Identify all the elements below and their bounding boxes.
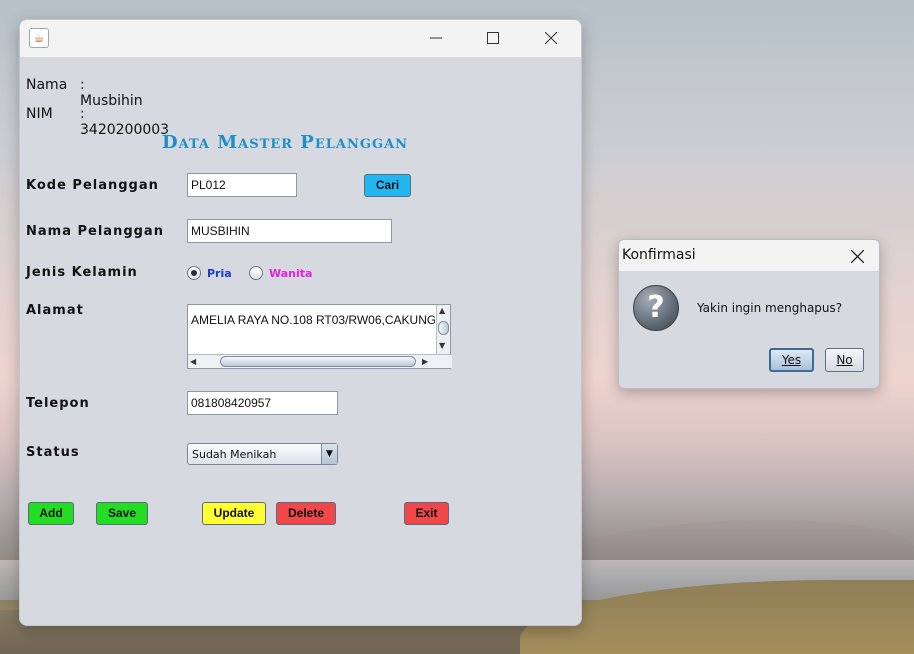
scroll-up-icon[interactable]: ▲ (439, 306, 445, 316)
close-button[interactable] (528, 26, 574, 50)
save-button-label: Save (107, 506, 137, 520)
page-title: Data Master Pelanggan (161, 132, 409, 153)
nama-pelanggan-label: Nama Pelanggan (26, 224, 164, 239)
confirm-dialog: Konfirmasi ? Yakin ingin menghapus? Yes … (618, 239, 880, 389)
scroll-down-icon[interactable]: ▼ (439, 341, 445, 351)
main-window: ☕ Nama : Musbihin NIM : 3420200003 Data … (19, 19, 582, 626)
info-nim: NIM : 3420200003 (26, 106, 169, 138)
vertical-scroll-thumb[interactable] (438, 321, 449, 335)
question-icon: ? (633, 285, 679, 331)
maximize-icon (487, 32, 499, 44)
update-button[interactable]: Update (202, 502, 266, 525)
status-label: Status (26, 445, 80, 460)
radio-pria[interactable]: Pria (187, 266, 232, 280)
dialog-close-icon[interactable] (850, 248, 865, 267)
exit-button[interactable]: Exit (404, 502, 449, 525)
kode-pelanggan-input[interactable]: PL012 (187, 173, 297, 197)
delete-button[interactable]: Delete (276, 502, 336, 525)
status-select[interactable]: Sudah Menikah ▼ (187, 443, 338, 465)
cari-button[interactable]: Cari (364, 174, 411, 197)
radio-pria-label: Pria (207, 266, 232, 280)
maximize-button[interactable] (470, 26, 516, 50)
minimize-icon (430, 37, 442, 39)
alamat-horizontal-scrollbar[interactable]: ◀ ▶ (188, 354, 452, 368)
close-icon (545, 32, 557, 44)
save-button[interactable]: Save (96, 502, 148, 525)
info-nama: Nama : Musbihin (26, 77, 143, 109)
info-nama-label: Nama (26, 77, 68, 93)
no-button[interactable]: No (825, 348, 864, 372)
java-cup-icon: ☕ (29, 28, 49, 48)
minimize-button[interactable] (413, 26, 459, 50)
chevron-down-icon[interactable]: ▼ (321, 444, 337, 464)
scroll-right-icon[interactable]: ▶ (422, 357, 428, 367)
dialog-title-bar: Konfirmasi (619, 240, 879, 271)
info-nim-label: NIM (26, 106, 53, 122)
scroll-left-icon[interactable]: ◀ (190, 357, 196, 367)
add-button-label: Add (39, 506, 63, 520)
no-button-label: No (836, 353, 853, 367)
alamat-label: Alamat (26, 303, 84, 318)
telepon-label: Telepon (26, 396, 90, 411)
telepon-input[interactable]: 081808420957 (187, 391, 338, 415)
radio-pria-circle[interactable] (187, 266, 201, 280)
radio-wanita-label: Wanita (269, 266, 313, 280)
nama-pelanggan-input[interactable]: MUSBIHIN (187, 219, 392, 243)
info-nama-value: : Musbihin (80, 77, 143, 109)
alamat-textarea[interactable]: AMELIA RAYA NO.108 RT03/RW06,CAKUNG ▲ ▼ … (187, 304, 452, 369)
update-button-label: Update (213, 506, 255, 520)
title-bar: ☕ (20, 20, 581, 57)
horizontal-scroll-thumb[interactable] (220, 356, 416, 367)
jenis-kelamin-label: Jenis Kelamin (26, 265, 138, 280)
add-button[interactable]: Add (28, 502, 74, 525)
exit-button-label: Exit (415, 506, 438, 520)
kode-pelanggan-label: Kode Pelanggan (26, 178, 159, 193)
dialog-title: Konfirmasi (622, 247, 696, 263)
yes-button[interactable]: Yes (769, 348, 814, 372)
alamat-text: AMELIA RAYA NO.108 RT03/RW06,CAKUNG (191, 313, 435, 327)
yes-button-label: Yes (781, 353, 802, 367)
dialog-message: Yakin ingin menghapus? (697, 301, 843, 315)
radio-wanita-circle[interactable] (249, 266, 263, 280)
delete-button-label: Delete (287, 506, 325, 520)
radio-wanita[interactable]: Wanita (249, 266, 312, 280)
alamat-vertical-scrollbar[interactable]: ▲ ▼ (436, 305, 450, 355)
cari-button-label: Cari (375, 178, 400, 192)
status-select-value: Sudah Menikah (192, 448, 277, 461)
